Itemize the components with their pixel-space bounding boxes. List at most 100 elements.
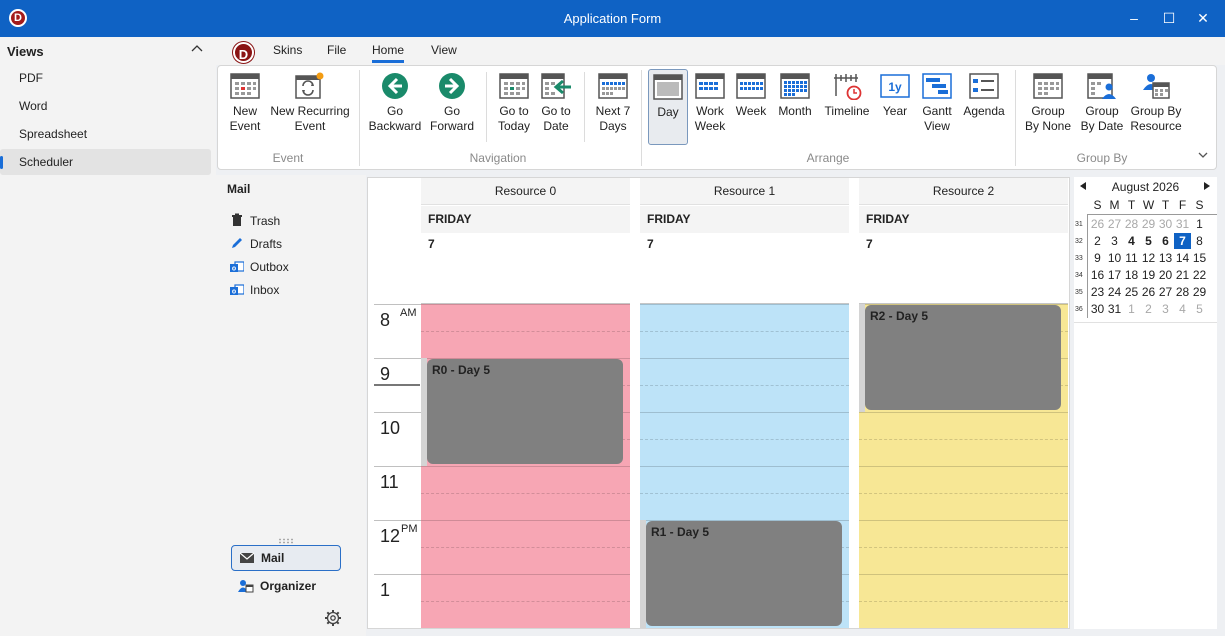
go-forward-label-1: Go [443,104,460,118]
calendar-day[interactable]: 27 [1106,216,1123,232]
calendar-day[interactable]: 18 [1123,267,1140,283]
calendar-day[interactable]: 4 [1123,233,1140,249]
resource-header[interactable]: Resource 0 [421,178,630,205]
calendar-day[interactable]: 13 [1157,250,1174,266]
view-item-pdf[interactable]: PDF [0,65,211,91]
calendar-day[interactable]: 16 [1089,267,1106,283]
view-item-scheduler[interactable]: Scheduler [0,149,211,175]
calendar-day[interactable]: 28 [1174,284,1191,300]
calendar-day[interactable]: 28 [1123,216,1140,232]
year-view-button[interactable]: 1y Year [878,72,912,119]
folder-trash[interactable]: Trash [230,212,280,230]
calendar-day[interactable]: 29 [1140,216,1157,232]
folder-outbox[interactable]: o Outbox [230,258,289,276]
calendar-day[interactable]: 11 [1123,250,1140,266]
work-week-label-1: Work [696,104,724,118]
calendar-day[interactable]: 24 [1106,284,1123,300]
calendar-day[interactable]: 10 [1106,250,1123,266]
ribbon-collapse-chevron-icon[interactable] [1196,148,1210,162]
calendar-day[interactable]: 23 [1089,284,1106,300]
all-day-area[interactable] [859,235,1068,303]
calendar-today-icon [499,73,529,99]
day-header[interactable]: FRIDAY [859,206,1068,233]
calendar-day[interactable]: 25 [1123,284,1140,300]
new-recurring-event-button[interactable]: New Recurring Event [270,72,350,134]
calendar-day[interactable]: 19 [1140,267,1157,283]
calendar-day[interactable]: 30 [1157,216,1174,232]
calendar-day[interactable]: 31 [1106,301,1123,317]
next-month-arrow-icon[interactable] [1204,182,1210,190]
go-backward-button[interactable]: Go Backward [368,72,422,134]
resource-time-column[interactable] [421,304,630,628]
calendar-day[interactable]: 31 [1174,216,1191,232]
calendar-day[interactable]: 27 [1157,284,1174,300]
next-7-days-button[interactable]: Next 7 Days [593,72,633,134]
calendar-day[interactable]: 2 [1140,301,1157,317]
calendar-day[interactable]: 3 [1157,301,1174,317]
timeline-view-button[interactable]: Timeline [822,72,872,119]
calendar-day[interactable]: 9 [1089,250,1106,266]
all-day-area[interactable] [640,235,849,303]
calendar-day[interactable]: 30 [1089,301,1106,317]
calendar-day[interactable]: 6 [1157,233,1174,249]
week-view-button[interactable]: Week [734,72,768,119]
all-day-area[interactable] [421,235,630,303]
nav-organizer-button[interactable]: Organizer [231,574,341,600]
calendar-day[interactable]: 1 [1191,216,1208,232]
new-event-button[interactable]: New Event [226,72,264,134]
resource-header[interactable]: Resource 2 [859,178,1068,205]
folder-drafts[interactable]: Drafts [230,235,282,253]
calendar-day[interactable]: 5 [1191,301,1208,317]
calendar-day[interactable]: 1 [1123,301,1140,317]
group-by-date-button[interactable]: Group By Date [1078,72,1126,134]
agenda-view-button[interactable]: Agenda [961,72,1007,119]
calendar-day[interactable]: 20 [1157,267,1174,283]
day-view-button[interactable]: Day [648,69,688,145]
group-date-label-1: Group [1085,104,1119,118]
work-week-view-button[interactable]: Work Week [693,72,727,134]
day-header[interactable]: FRIDAY [421,206,630,233]
close-button[interactable]: ✕ [1180,0,1225,37]
go-to-today-button[interactable]: Go to Today [495,72,533,134]
calendar-day[interactable]: 4 [1174,301,1191,317]
calendar-day[interactable]: 14 [1174,250,1191,266]
gear-icon[interactable] [324,609,342,627]
tab-file[interactable]: File [327,43,346,57]
go-forward-button[interactable]: Go Forward [427,72,477,134]
splitter-grip-icon[interactable] [278,538,294,544]
go-backward-label-2: Backward [368,119,422,133]
view-item-spreadsheet[interactable]: Spreadsheet [0,121,211,147]
calendar-day[interactable]: 21 [1174,267,1191,283]
app-menu-logo-icon[interactable]: D [233,42,254,63]
group-by-none-button[interactable]: Group By None [1024,72,1072,134]
appointment[interactable]: R2 - Day 5 [865,305,1061,410]
calendar-day[interactable]: 26 [1089,216,1106,232]
gantt-view-button[interactable]: Gantt View [918,72,956,134]
calendar-day[interactable]: 12 [1140,250,1157,266]
month-view-button[interactable]: Month [775,72,815,119]
calendar-day[interactable]: 3 [1106,233,1123,249]
appointment[interactable]: R0 - Day 5 [427,359,623,464]
go-to-date-button[interactable]: Go to Date [539,72,573,134]
nav-mail-button[interactable]: Mail [231,545,341,571]
tab-home[interactable]: Home [372,43,405,63]
folder-inbox[interactable]: o Inbox [230,281,279,299]
calendar-day[interactable]: 5 [1140,233,1157,249]
calendar-day[interactable]: 8 [1191,233,1208,249]
calendar-day-selected[interactable]: 7 [1174,233,1191,249]
calendar-day[interactable]: 22 [1191,267,1208,283]
view-item-word[interactable]: Word [0,93,211,119]
week-label: Week [735,104,767,118]
calendar-day[interactable]: 26 [1140,284,1157,300]
chevron-up-icon[interactable] [190,42,204,56]
calendar-day[interactable]: 29 [1191,284,1208,300]
tab-skins[interactable]: Skins [273,43,302,57]
calendar-day[interactable]: 15 [1191,250,1208,266]
calendar-day[interactable]: 2 [1089,233,1106,249]
calendar-day[interactable]: 17 [1106,267,1123,283]
group-by-resource-button[interactable]: Group By Resource [1130,72,1182,134]
appointment[interactable]: R1 - Day 5 [646,521,842,626]
resource-header[interactable]: Resource 1 [640,178,849,205]
day-header[interactable]: FRIDAY [640,206,849,233]
tab-view[interactable]: View [431,43,457,57]
